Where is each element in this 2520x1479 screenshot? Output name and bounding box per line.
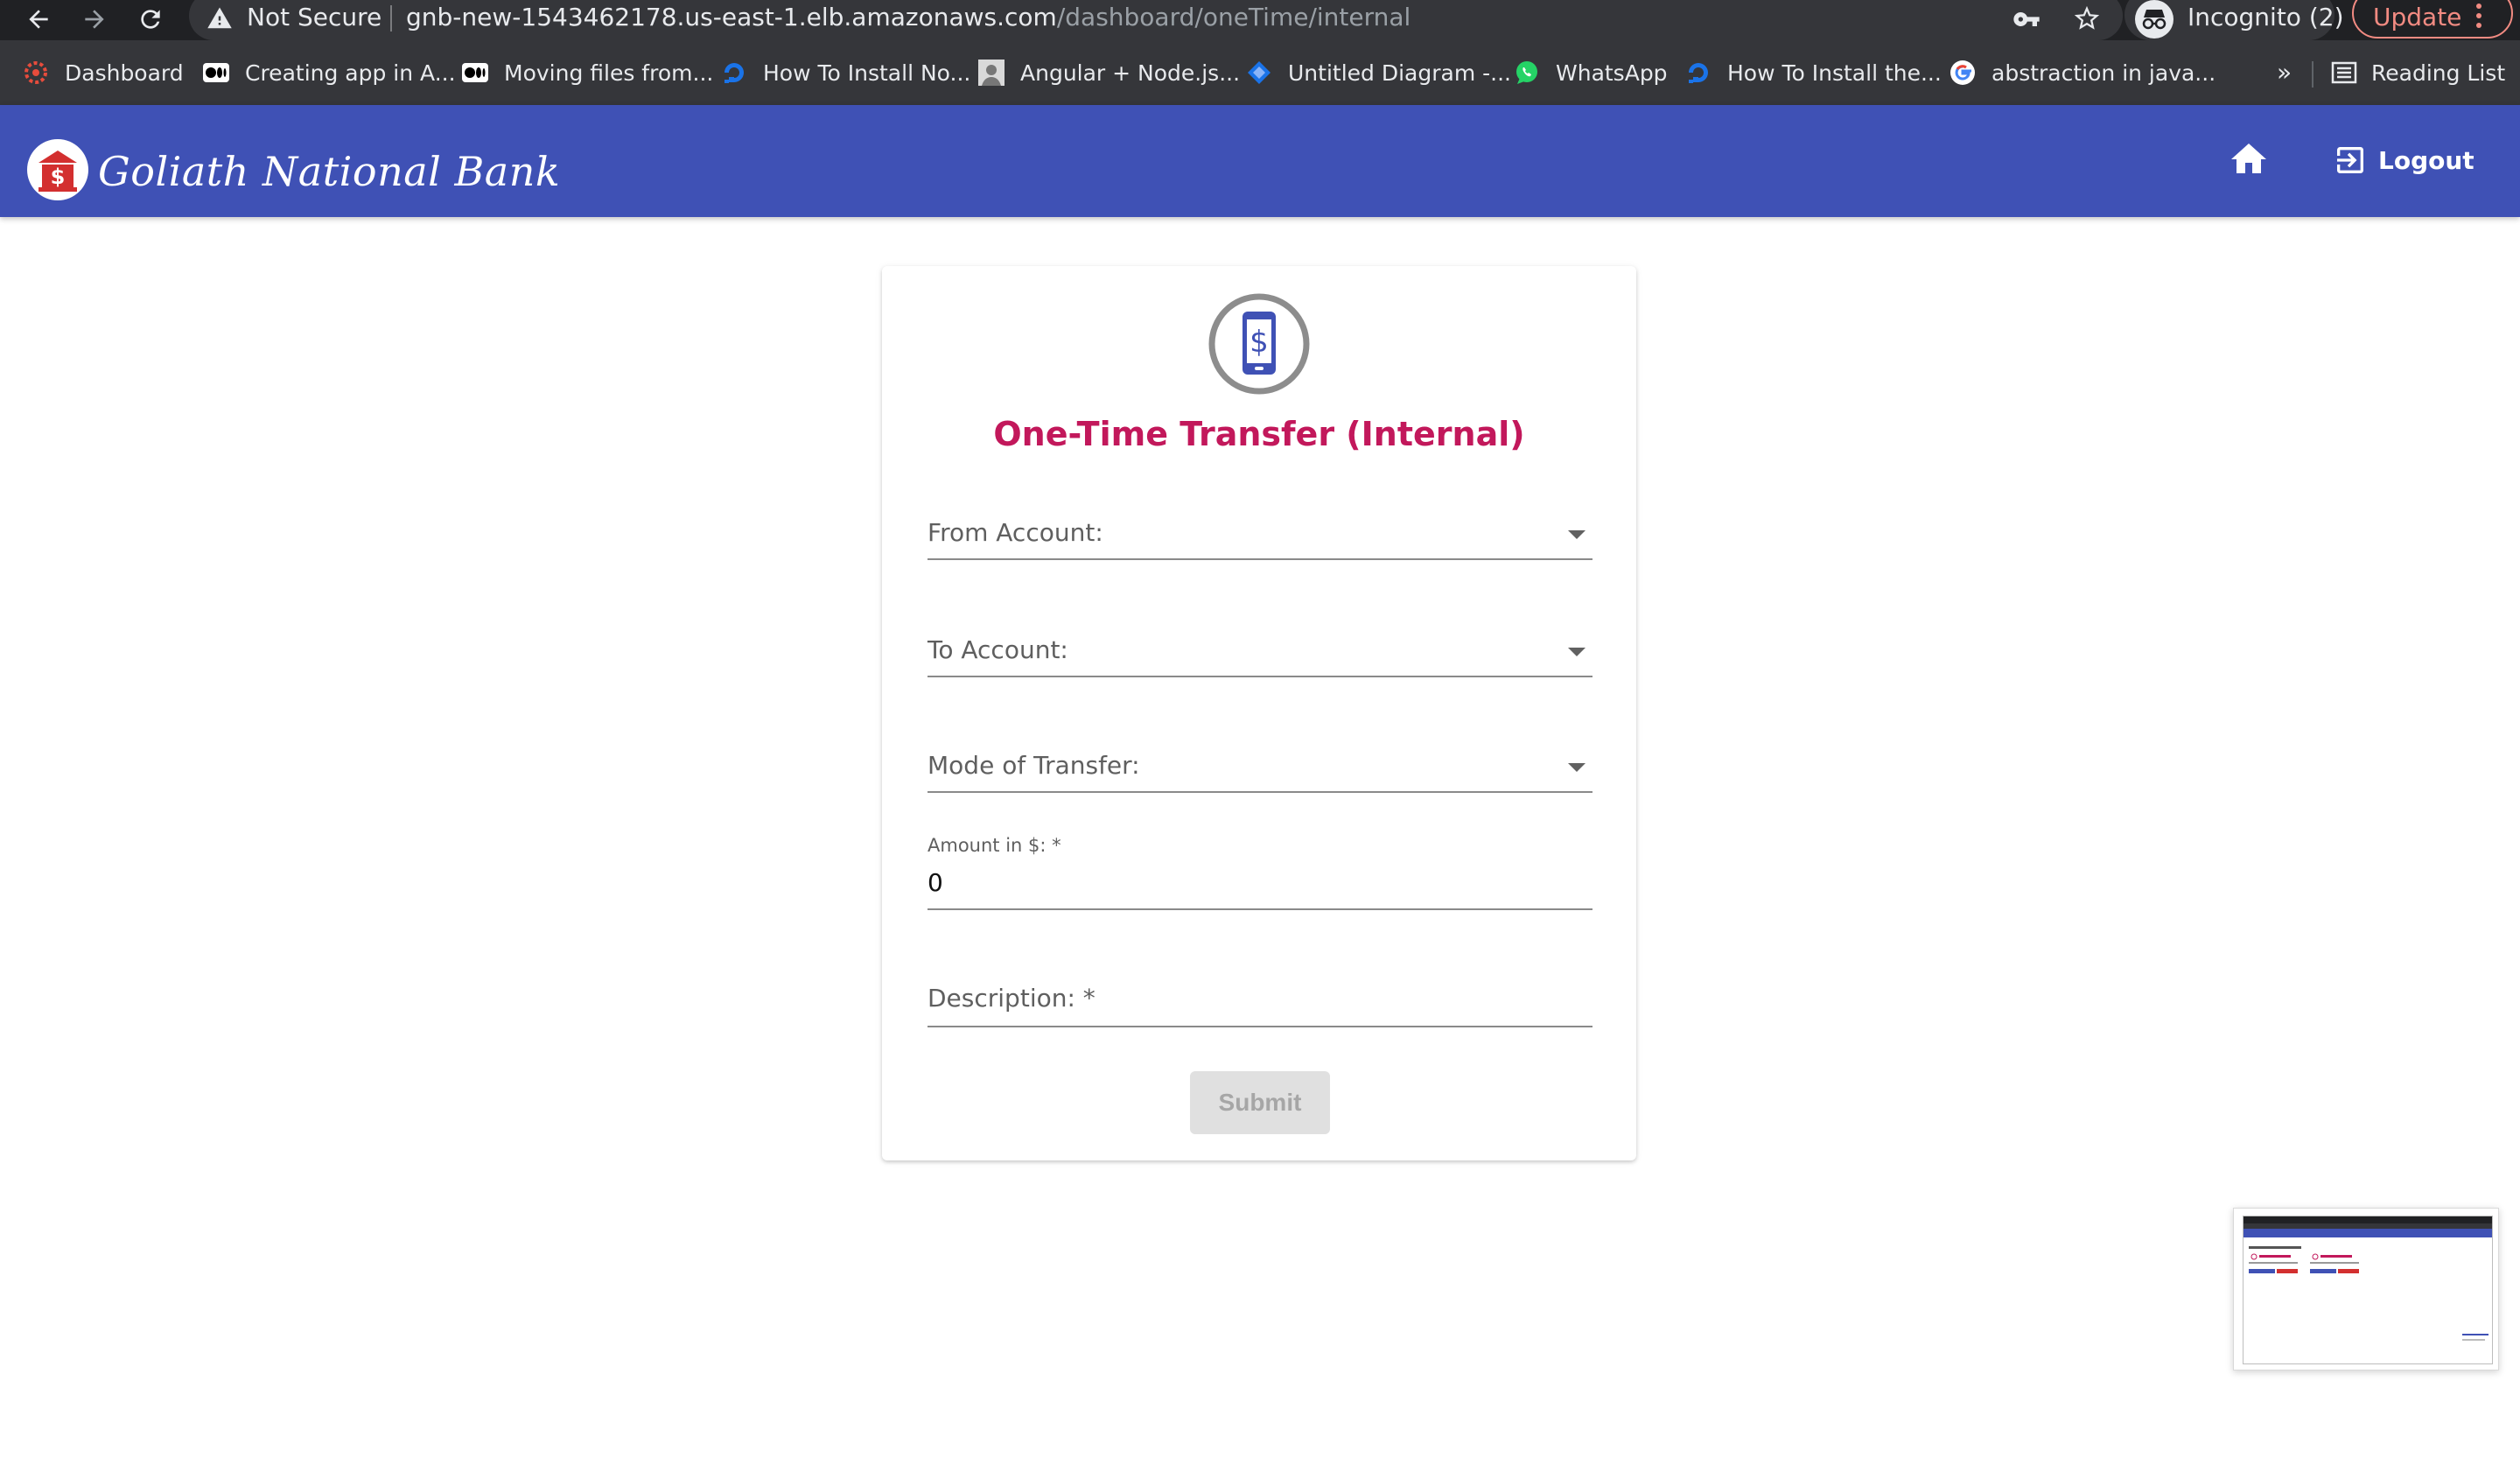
bookmark-label: How To Install No... <box>763 60 971 86</box>
thumbnail-content <box>2243 1216 2493 1364</box>
bookmark-label: How To Install the... <box>1727 60 1942 86</box>
bookmarks-overflow-button[interactable]: » <box>2277 40 2292 105</box>
amount-value[interactable]: 0 <box>928 868 943 897</box>
field-underline <box>928 908 1592 910</box>
to-account-label: To Account: <box>928 635 1068 664</box>
chevron-down-icon[interactable] <box>1568 530 1586 539</box>
bookmark-item[interactable]: How To Install No... <box>721 40 970 105</box>
transfer-mode-select[interactable]: Mode of Transfer: <box>928 744 1592 793</box>
incognito-icon <box>2135 0 2174 39</box>
from-account-label: From Account: <box>928 518 1103 547</box>
medium-icon <box>462 63 488 82</box>
field-underline <box>928 791 1592 793</box>
bookmark-item[interactable]: Creating app in A... <box>203 40 456 105</box>
bookmark-label: Angular + Node.js... <box>1020 60 1241 86</box>
forward-arrow-icon[interactable] <box>77 2 112 37</box>
svg-text:$: $ <box>51 165 66 189</box>
reading-list-icon <box>2331 61 2357 84</box>
logout-label: Logout <box>2378 145 2474 175</box>
reading-list-label: Reading List <box>2371 60 2506 86</box>
bookmark-label: Dashboard <box>65 60 184 86</box>
url-path: /dashboard/oneTime/internal <box>1056 3 1411 32</box>
warning-icon[interactable] <box>206 5 233 32</box>
form-title: One-Time Transfer (Internal) <box>993 415 1525 453</box>
field-underline <box>928 676 1592 677</box>
update-label: Update <box>2373 3 2462 32</box>
bookmark-item[interactable]: Dashboard <box>23 40 184 105</box>
angular-icon <box>24 61 47 84</box>
whatsapp-icon <box>1516 61 1537 84</box>
bookmark-item[interactable]: Untitled Diagram -... <box>1246 40 1511 105</box>
bank-logo-icon[interactable]: $ <box>26 138 89 201</box>
drawio-icon <box>1248 61 1270 84</box>
reload-icon[interactable] <box>133 2 168 37</box>
url-text[interactable]: gnb-new-1543462178.us-east-1.elb.amazona… <box>406 0 1410 35</box>
bookmark-label: Creating app in A... <box>245 60 456 86</box>
bookmark-label: abstraction in java... <box>1992 60 2216 86</box>
transfer-form-card: $ One-Time Transfer (Internal) From Acco… <box>882 266 1636 1160</box>
bookmark-item[interactable]: Moving files from... <box>462 40 713 105</box>
reading-list-button[interactable]: Reading List <box>2331 40 2505 105</box>
home-icon[interactable] <box>2228 138 2270 180</box>
key-icon[interactable] <box>2012 5 2040 33</box>
amount-input[interactable]: Amount in $: * 0 <box>928 831 1592 910</box>
logout-icon <box>2337 147 2363 173</box>
browser-menu-icon[interactable] <box>2473 4 2485 33</box>
thumbnail-image <box>2244 1216 2492 1341</box>
to-account-select[interactable]: To Account: <box>928 628 1592 677</box>
bookmark-item[interactable]: Angular + Node.js... <box>978 40 1240 105</box>
back-arrow-icon[interactable] <box>21 2 56 37</box>
submit-button[interactable]: Submit <box>1190 1071 1330 1134</box>
google-icon <box>1950 60 1975 85</box>
bookmark-item[interactable]: How To Install the... <box>1685 40 1942 105</box>
bookmark-item[interactable]: abstraction in java... <box>1950 40 2216 105</box>
field-underline <box>928 1026 1592 1027</box>
bookmark-item[interactable]: WhatsApp <box>1514 40 1668 105</box>
bookmark-label: Untitled Diagram -... <box>1288 60 1511 86</box>
window-preview-thumbnail[interactable] <box>2233 1208 2499 1370</box>
description-input[interactable]: Description: * <box>928 975 1592 1027</box>
svg-text:$: $ <box>1250 325 1269 360</box>
bookmark-label: WhatsApp <box>1556 60 1668 86</box>
mobile-payment-icon: $ <box>1208 293 1310 395</box>
field-underline <box>928 558 1592 560</box>
from-account-select[interactable]: From Account: <box>928 511 1592 560</box>
description-label: Description: * <box>928 984 1096 1013</box>
security-status[interactable]: Not Secure <box>247 0 382 35</box>
chevron-down-icon[interactable] <box>1568 763 1586 772</box>
digitalocean-icon <box>724 63 744 83</box>
profile-label: Incognito (2) <box>2188 3 2344 32</box>
url-host: gnb-new-1543462178.us-east-1.elb.amazona… <box>406 3 1057 32</box>
logout-button[interactable]: Logout <box>2333 138 2474 182</box>
bookmarks-divider <box>2312 61 2314 88</box>
bank-name[interactable]: Goliath National Bank <box>98 138 560 205</box>
transfer-mode-label: Mode of Transfer: <box>928 751 1140 780</box>
amount-label: Amount in $: * <box>928 835 1061 856</box>
url-divider <box>390 5 392 32</box>
avatar-icon <box>978 60 1004 86</box>
bookmark-star-icon[interactable] <box>2072 4 2102 33</box>
digitalocean-icon <box>1689 63 1708 83</box>
bookmark-label: Moving files from... <box>504 60 714 86</box>
medium-icon <box>203 63 229 82</box>
chevron-down-icon[interactable] <box>1568 648 1586 656</box>
